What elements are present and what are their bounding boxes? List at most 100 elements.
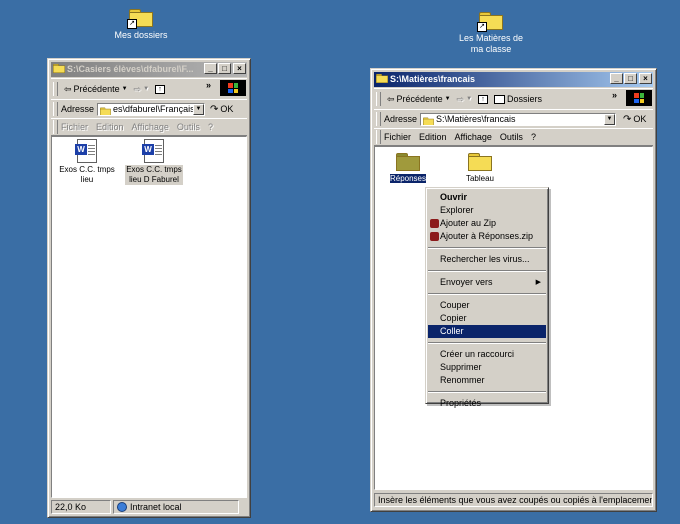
address-bar: Adresse es\dfaburel\Français ▼ ↷ OK xyxy=(51,99,247,119)
folder-icon: ↗ xyxy=(127,9,153,29)
menu-item-coller[interactable]: Coller xyxy=(428,325,546,338)
folder-icon xyxy=(396,153,420,171)
menu-item-ajouter-zip[interactable]: Ajouter au Zip xyxy=(428,217,546,230)
left-file-area[interactable]: W Exos C.C. tmps lieu W Exos C.C. tmps l… xyxy=(51,136,247,498)
back-button[interactable]: ⇦ Précédente ▼ xyxy=(384,94,454,105)
standard-toolbar: ⇦ Précédente ▼ ⇨ ▼ ↑ » xyxy=(51,78,247,100)
go-arrow-icon: ↷ xyxy=(623,113,632,125)
left-title-bar[interactable]: S:\Casiers élèves\dfaburel\F... _ □ × xyxy=(51,62,247,77)
menu-item-proprietes[interactable]: Propriétés xyxy=(428,397,546,410)
folder-icon xyxy=(100,106,111,115)
menu-item-supprimer[interactable]: Supprimer xyxy=(428,361,546,374)
back-arrow-icon: ⇦ xyxy=(64,83,72,94)
desktop-icon-label: ma classe xyxy=(470,44,512,54)
toolbar-more-chevron[interactable]: » xyxy=(612,90,617,100)
minimize-button[interactable]: _ xyxy=(204,63,217,74)
menu-outils[interactable]: Outils xyxy=(177,122,200,132)
back-arrow-icon: ⇦ xyxy=(387,93,395,104)
menu-separator xyxy=(428,247,546,249)
menu-item-rechercher-virus[interactable]: Rechercher les virus... xyxy=(428,253,546,266)
file-item[interactable]: W Exos C.C. tmps lieu xyxy=(55,139,119,185)
menu-item-creer-raccourci[interactable]: Créer un raccourci xyxy=(428,348,546,361)
address-input[interactable]: S:\Matières\francais ▼ xyxy=(420,112,617,126)
winzip-icon xyxy=(430,219,439,228)
left-explorer-window[interactable]: S:\Casiers élèves\dfaburel\F... _ □ × ⇦ … xyxy=(47,58,251,518)
file-item-selected[interactable]: W Exos C.C. tmps lieu D Faburel xyxy=(122,139,186,185)
menu-item-explorer[interactable]: Explorer xyxy=(428,204,546,217)
up-folder-icon: ↑ xyxy=(478,94,489,104)
windows-logo xyxy=(220,80,246,96)
close-button[interactable]: × xyxy=(233,63,246,74)
forward-button[interactable]: ⇨ ▼ xyxy=(454,94,476,105)
menu-item-couper[interactable]: Couper xyxy=(428,299,546,312)
menu-help[interactable]: ? xyxy=(531,132,536,142)
desktop-icon-label: Mes dossiers xyxy=(114,30,168,40)
context-menu: Ouvrir Explorer Ajouter au Zip Ajouter à… xyxy=(425,187,549,408)
menu-fichier[interactable]: Fichier xyxy=(384,132,411,142)
toolbar-more-chevron[interactable]: » xyxy=(206,80,211,90)
window-title: S:\Casiers élèves\dfaburel\F... xyxy=(67,64,194,74)
windows-logo xyxy=(626,90,652,106)
status-size: 22,0 Ko xyxy=(51,500,111,514)
back-button[interactable]: ⇦ Précédente ▼ xyxy=(61,84,131,95)
desktop-icon-label: Les Matières de xyxy=(458,33,524,43)
menu-item-ajouter-reponses-zip[interactable]: Ajouter à Réponses.zip xyxy=(428,230,546,243)
forward-arrow-icon: ⇨ xyxy=(456,93,465,104)
menu-affichage[interactable]: Affichage xyxy=(455,132,492,142)
menu-item-ouvrir[interactable]: Ouvrir xyxy=(428,191,546,204)
maximize-button[interactable]: □ xyxy=(218,63,231,74)
status-message: Insère les éléments que vous avez coupés… xyxy=(374,493,653,507)
window-title: S:\Matières\francais xyxy=(390,74,476,84)
go-arrow-icon: ↷ xyxy=(210,103,219,115)
menu-edition[interactable]: Edition xyxy=(96,122,124,132)
menu-separator xyxy=(428,391,546,393)
folder-icon: ↗ xyxy=(477,12,503,32)
status-zone: Intranet local xyxy=(113,500,239,514)
menu-item-envoyer-vers[interactable]: Envoyer vers ▶ xyxy=(428,276,546,289)
folder-item-reponses[interactable]: Réponses xyxy=(383,153,433,184)
submenu-arrow-icon: ▶ xyxy=(535,279,541,286)
menu-item-copier[interactable]: Copier xyxy=(428,312,546,325)
address-label: Adresse xyxy=(61,104,95,114)
status-bar: Insère les éléments que vous avez coupés… xyxy=(374,493,653,507)
intranet-globe-icon xyxy=(117,502,127,512)
menu-bar: Fichier Edition Affichage Outils ? xyxy=(374,128,653,146)
right-title-bar[interactable]: S:\Matières\francais _ □ × xyxy=(374,72,653,87)
address-input[interactable]: es\dfaburel\Français ▼ xyxy=(97,102,206,116)
menu-edition[interactable]: Edition xyxy=(419,132,447,142)
dropdown-arrow-icon: ▼ xyxy=(444,96,451,102)
menu-bar: Fichier Edition Affichage Outils ? xyxy=(51,118,247,136)
menu-fichier[interactable]: Fichier xyxy=(61,122,88,132)
up-folder-icon: ↑ xyxy=(155,84,166,94)
address-bar: Adresse S:\Matières\francais ▼ ↷ OK xyxy=(374,109,653,129)
go-button[interactable]: ↷ OK xyxy=(207,104,236,115)
desktop-icon-les-matieres[interactable]: ↗ Les Matières de ma classe xyxy=(441,12,541,55)
forward-arrow-icon: ⇨ xyxy=(133,83,142,94)
address-dropdown-button[interactable]: ▼ xyxy=(193,103,205,115)
up-folder-button[interactable]: ↑ xyxy=(152,84,168,94)
word-document-icon: W xyxy=(142,139,164,163)
menu-help[interactable]: ? xyxy=(208,122,213,132)
close-button[interactable]: × xyxy=(639,73,652,84)
menu-separator xyxy=(428,342,546,344)
go-button[interactable]: ↷ OK xyxy=(620,114,649,125)
address-dropdown-button[interactable]: ▼ xyxy=(604,113,616,125)
folders-pane-icon xyxy=(494,94,506,104)
menu-outils[interactable]: Outils xyxy=(500,132,523,142)
menu-separator xyxy=(428,270,546,272)
folder-icon xyxy=(468,153,492,171)
forward-button[interactable]: ⇨ ▼ xyxy=(131,84,153,95)
menu-item-renommer[interactable]: Renommer xyxy=(428,374,546,387)
menu-separator xyxy=(428,293,546,295)
menu-affichage[interactable]: Affichage xyxy=(132,122,169,132)
winzip-icon xyxy=(430,232,439,241)
minimize-button[interactable]: _ xyxy=(610,73,623,84)
desktop-icon-mes-dossiers[interactable]: ↗ Mes dossiers xyxy=(91,9,191,41)
up-folder-button[interactable]: ↑ xyxy=(475,94,491,104)
folders-button[interactable]: Dossiers xyxy=(491,94,545,104)
word-document-icon: W xyxy=(75,139,97,163)
standard-toolbar: ⇦ Précédente ▼ ⇨ ▼ ↑ Dossiers » xyxy=(374,88,653,110)
address-label: Adresse xyxy=(384,114,418,124)
folder-item-tableau[interactable]: Tableau xyxy=(455,153,505,184)
maximize-button[interactable]: □ xyxy=(624,73,637,84)
